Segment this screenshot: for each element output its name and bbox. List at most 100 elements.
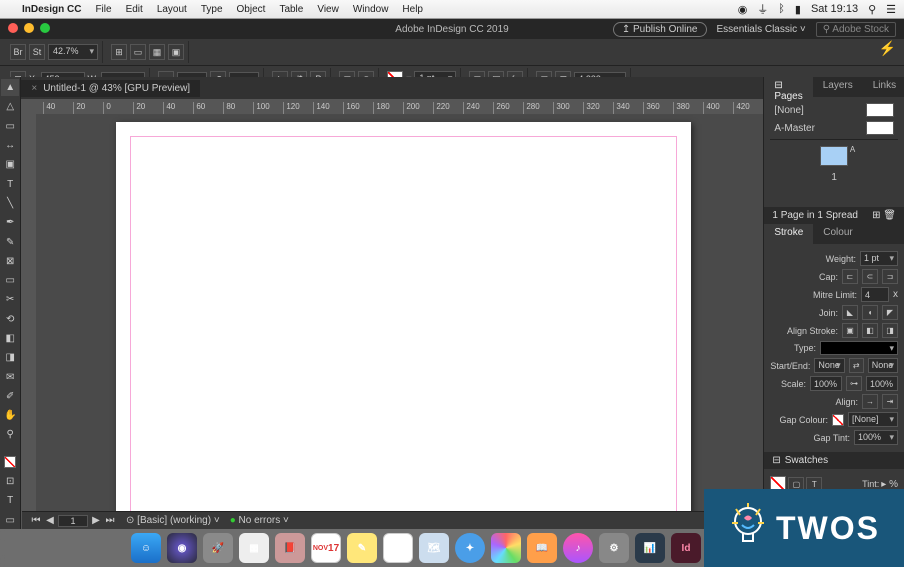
stock-icon[interactable]: St	[29, 44, 45, 60]
workspace-switcher[interactable]: Essentials Classic ˅	[717, 24, 806, 35]
tab-links[interactable]: Links	[863, 77, 904, 97]
menu-window[interactable]: Window	[353, 4, 389, 15]
tab-pages[interactable]: ⊟ Pages	[764, 77, 812, 97]
align-outside-icon[interactable]: ◨	[882, 323, 898, 338]
indesign-icon[interactable]: Id	[671, 533, 701, 563]
stroke-type-dropdown[interactable]	[820, 341, 898, 355]
weight-input[interactable]: 1 pt	[860, 251, 898, 266]
bluetooth-icon[interactable]: ᛒ	[778, 3, 785, 15]
fill-stroke-icon[interactable]	[1, 454, 19, 471]
new-page-icon[interactable]: ⊞	[872, 210, 880, 221]
app-name[interactable]: InDesign CC	[22, 4, 81, 15]
content-collector-icon[interactable]: ▣	[1, 156, 19, 173]
publish-online-button[interactable]: ↥ Publish Online	[613, 22, 707, 37]
view-options-icon[interactable]: ⊞	[111, 44, 127, 60]
free-transform-icon[interactable]: ⟲	[1, 311, 19, 328]
line-tool-icon[interactable]: ╲	[1, 195, 19, 212]
menu-view[interactable]: View	[317, 4, 339, 15]
screen-mode-icon[interactable]: ▭	[130, 44, 146, 60]
tab-layers[interactable]: Layers	[813, 77, 863, 97]
siri-icon[interactable]: ◉	[167, 533, 197, 563]
close-tab-icon[interactable]: ×	[31, 83, 37, 94]
cap-round-icon[interactable]: ⊂	[862, 269, 878, 284]
gap-tint-input[interactable]: 100%	[854, 430, 898, 445]
adobe-stock-search[interactable]: ⚲ Adobe Stock	[816, 22, 896, 37]
scale-start-input[interactable]	[810, 376, 842, 391]
menu-type[interactable]: Type	[201, 4, 223, 15]
preflight-status[interactable]: ● No errors ˅	[230, 515, 289, 526]
eyedropper-tool-icon[interactable]: ✐	[1, 388, 19, 405]
minimize-window-button[interactable]	[24, 23, 34, 33]
arrow-align-end-icon[interactable]: ⇥	[882, 394, 898, 409]
prev-page-icon[interactable]: ◀	[44, 515, 56, 527]
link-scale-icon[interactable]: ⊶	[846, 376, 862, 391]
contacts-icon[interactable]: 📕	[275, 533, 305, 563]
arrow-align-tip-icon[interactable]: →	[862, 394, 878, 409]
close-window-button[interactable]	[8, 23, 18, 33]
wifi-icon[interactable]: ⏚	[757, 1, 768, 17]
document-tab[interactable]: × Untitled-1 @ 43% [GPU Preview]	[21, 80, 200, 97]
notification-icon[interactable]: ☰	[886, 3, 896, 16]
join-miter-icon[interactable]: ◣	[842, 305, 858, 320]
swap-arrows-icon[interactable]: ⇄	[849, 358, 864, 373]
mission-control-icon[interactable]: ▦	[239, 533, 269, 563]
preferences-icon[interactable]: ⚙	[599, 533, 629, 563]
clock[interactable]: Sat 19:13	[811, 3, 858, 15]
notes-icon[interactable]: ✎	[347, 533, 377, 563]
photos-icon[interactable]	[491, 533, 521, 563]
zoom-tool-icon[interactable]: ⚲	[1, 426, 19, 443]
last-page-icon[interactable]: ⏭	[104, 515, 116, 527]
default-fill-stroke-icon[interactable]: ⊡	[1, 473, 19, 490]
master-none[interactable]: [None]	[770, 101, 898, 119]
menu-help[interactable]: Help	[402, 4, 423, 15]
cap-butt-icon[interactable]: ⊏	[842, 269, 858, 284]
page-number-input[interactable]	[58, 515, 88, 527]
calendar-icon[interactable]: NOV17	[311, 533, 341, 563]
menu-file[interactable]: File	[95, 4, 111, 15]
pencil-tool-icon[interactable]: ✎	[1, 233, 19, 250]
launchpad-icon[interactable]: 🚀	[203, 533, 233, 563]
horizontal-ruler[interactable]: 4020020406080100120140160180200220240260…	[21, 99, 763, 114]
scissors-tool-icon[interactable]: ✂	[1, 291, 19, 308]
gap-tool-icon[interactable]: ↔	[1, 137, 19, 154]
scale-end-input[interactable]	[866, 376, 898, 391]
safari-icon[interactable]: ✦	[455, 533, 485, 563]
zoom-level[interactable]: 42.7%	[48, 44, 98, 60]
hand-tool-icon[interactable]: ✋	[1, 407, 19, 424]
type-tool-icon[interactable]: T	[1, 175, 19, 192]
finder-icon[interactable]: ☺	[131, 533, 161, 563]
note-tool-icon[interactable]: ✉	[1, 368, 19, 385]
pasteboard[interactable]	[36, 114, 763, 529]
status-icon[interactable]: ◉	[738, 3, 748, 16]
maximize-window-button[interactable]	[40, 23, 50, 33]
itunes-icon[interactable]: ♪	[563, 533, 593, 563]
start-arrow-dropdown[interactable]: None	[814, 358, 844, 373]
first-page-icon[interactable]: ⏮	[30, 515, 42, 527]
join-round-icon[interactable]: ◖	[862, 305, 878, 320]
menu-layout[interactable]: Layout	[157, 4, 187, 15]
menu-object[interactable]: Object	[237, 4, 266, 15]
spotlight-icon[interactable]: ⚲	[868, 3, 876, 16]
maps-icon[interactable]: 🗺	[419, 533, 449, 563]
gap-colour-swatch[interactable]	[832, 414, 844, 426]
audition-icon[interactable]: 📊	[635, 533, 665, 563]
next-page-icon[interactable]: ▶	[90, 515, 102, 527]
rectangle-frame-icon[interactable]: ⊠	[1, 253, 19, 270]
master-a[interactable]: A-Master	[770, 119, 898, 137]
vertical-ruler[interactable]	[21, 114, 36, 529]
bridge-icon[interactable]: Br	[10, 44, 26, 60]
reminders-icon[interactable]: ☰	[383, 533, 413, 563]
document-page[interactable]	[116, 122, 691, 529]
preflight-profile[interactable]: ⊙ [Basic] (working) ˅	[126, 515, 220, 526]
gradient-swatch-icon[interactable]: ◧	[1, 330, 19, 347]
align-center-icon[interactable]: ▣	[842, 323, 858, 338]
tab-stroke[interactable]: Stroke	[764, 224, 813, 244]
page-thumbnail[interactable]	[820, 146, 848, 166]
ibooks-icon[interactable]: 📖	[527, 533, 557, 563]
gap-colour-dropdown[interactable]: [None]	[848, 412, 898, 427]
join-bevel-icon[interactable]: ◤	[882, 305, 898, 320]
delete-page-icon[interactable]: 🗑	[883, 210, 896, 221]
view-mode-icon[interactable]: ▭	[1, 512, 19, 529]
align-inside-icon[interactable]: ◧	[862, 323, 878, 338]
battery-icon[interactable]: ▮	[795, 3, 801, 16]
